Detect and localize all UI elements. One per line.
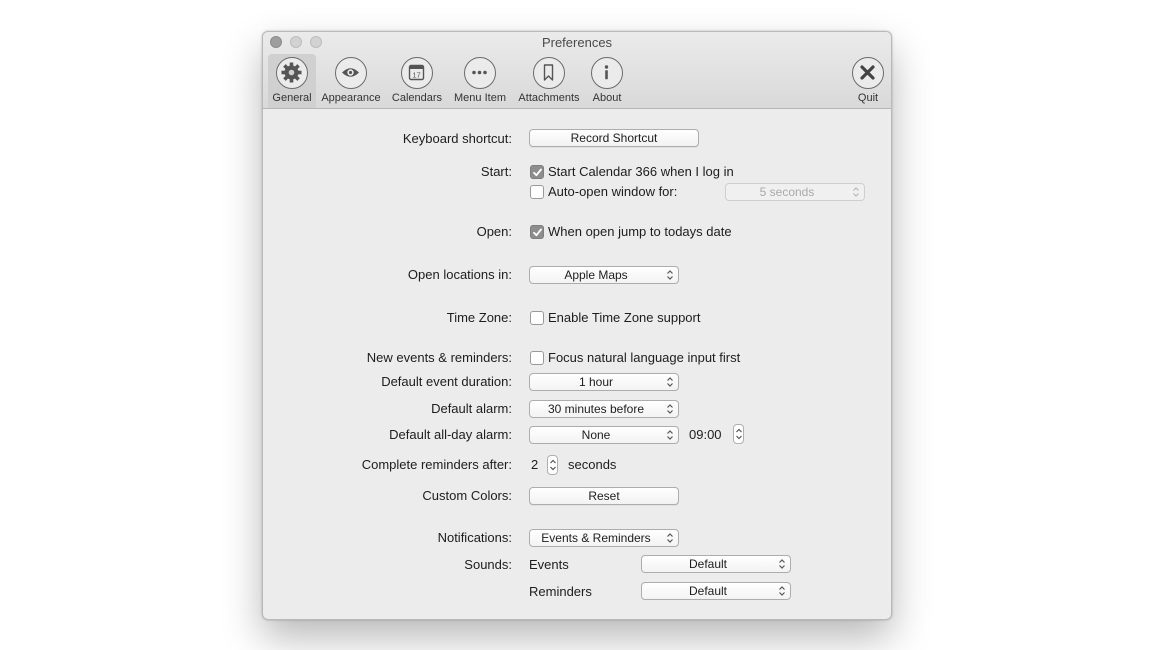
auto-open-duration-select[interactable]: 5 seconds — [725, 183, 865, 201]
ellipsis-icon — [464, 57, 496, 89]
chevron-up-down-icon — [667, 430, 673, 440]
complete-reminders-stepper[interactable] — [547, 455, 558, 475]
sounds-label: Sounds: — [464, 557, 512, 572]
tab-about[interactable]: About — [589, 54, 625, 108]
checkmark-icon — [533, 168, 542, 177]
default-allday-alarm-time[interactable]: 09:00 — [689, 427, 722, 442]
tab-appearance[interactable]: Appearance — [319, 54, 383, 108]
complete-reminders-unit: seconds — [568, 457, 617, 472]
allday-alarm-time-stepper[interactable] — [733, 424, 744, 444]
info-icon — [591, 57, 623, 89]
chevron-up-down-icon — [779, 586, 785, 596]
sound-reminders-select[interactable]: Default — [641, 582, 791, 600]
start-at-login-label: Start Calendar 366 when I log in — [548, 164, 734, 179]
start-at-login-checkbox[interactable] — [530, 165, 544, 179]
default-alarm-value: 30 minutes before — [547, 402, 645, 416]
default-allday-alarm-label: Default all-day alarm: — [389, 427, 512, 442]
open-locations-select[interactable]: Apple Maps — [529, 266, 679, 284]
tab-calendars[interactable]: 17 Calendars — [389, 54, 445, 108]
record-shortcut-button[interactable]: Record Shortcut — [529, 129, 699, 147]
time-zone-support-label: Enable Time Zone support — [548, 310, 701, 325]
time-zone-checkbox[interactable] — [530, 311, 544, 325]
chevron-up-down-icon — [853, 187, 859, 197]
tab-menu-item-label: Menu Item — [454, 92, 506, 104]
stepper-arrows-icon — [736, 428, 742, 440]
eye-icon — [335, 57, 367, 89]
sound-events-value: Default — [688, 557, 728, 571]
auto-open-duration-value: 5 seconds — [759, 185, 815, 199]
default-allday-alarm-select[interactable]: None — [529, 426, 679, 444]
preferences-window: Preferences General Appearance 17 Calend… — [262, 31, 892, 620]
tab-general[interactable]: General — [268, 54, 316, 108]
new-events-label: New events & reminders: — [366, 350, 512, 365]
open-locations-value: Apple Maps — [564, 268, 628, 282]
chevron-up-down-icon — [667, 270, 673, 280]
bookmark-icon — [533, 57, 565, 89]
custom-colors-label: Custom Colors: — [422, 488, 512, 503]
sound-events-label: Events — [529, 557, 569, 572]
notifications-label: Notifications: — [437, 530, 512, 545]
titlebar-toolbar: Preferences General Appearance 17 Calend… — [263, 32, 891, 109]
auto-open-checkbox[interactable] — [530, 185, 544, 199]
checkmark-icon — [533, 228, 542, 237]
tab-calendars-label: Calendars — [391, 92, 443, 104]
quit-label: Quit — [857, 92, 879, 104]
tab-about-label: About — [592, 92, 622, 104]
chevron-up-down-icon — [667, 377, 673, 387]
notifications-value: Events & Reminders — [541, 531, 651, 545]
close-icon — [852, 57, 884, 89]
chevron-up-down-icon — [667, 533, 673, 543]
jump-to-today-checkbox[interactable] — [530, 225, 544, 239]
tab-attachments-label: Attachments — [518, 92, 580, 104]
default-allday-alarm-value: None — [581, 428, 611, 442]
default-alarm-select[interactable]: 30 minutes before — [529, 400, 679, 418]
sound-events-select[interactable]: Default — [641, 555, 791, 573]
default-alarm-label: Default alarm: — [431, 401, 512, 416]
reset-colors-button[interactable]: Reset — [529, 487, 679, 505]
chevron-up-down-icon — [667, 404, 673, 414]
tab-attachments[interactable]: Attachments — [515, 54, 583, 108]
gear-icon — [276, 57, 308, 89]
tab-appearance-label: Appearance — [321, 92, 381, 104]
sound-reminders-label: Reminders — [529, 584, 592, 599]
start-label: Start: — [480, 164, 512, 179]
calendar-icon-day: 17 — [412, 71, 420, 80]
calendar-icon: 17 — [401, 57, 433, 89]
auto-open-label: Auto-open window for: — [548, 184, 678, 199]
focus-nl-input-checkbox[interactable] — [530, 351, 544, 365]
complete-reminders-value[interactable]: 2 — [531, 457, 538, 472]
chevron-up-down-icon — [779, 559, 785, 569]
default-duration-label: Default event duration: — [381, 374, 512, 389]
notifications-select[interactable]: Events & Reminders — [529, 529, 679, 547]
open-locations-label: Open locations in: — [407, 267, 512, 282]
jump-to-today-label: When open jump to todays date — [548, 224, 732, 239]
tab-general-label: General — [272, 92, 312, 104]
time-zone-label: Time Zone: — [446, 310, 512, 325]
window-title: Preferences — [541, 35, 613, 50]
tab-menu-item[interactable]: Menu Item — [451, 54, 509, 108]
stepper-arrows-icon — [550, 459, 556, 471]
focus-nl-input-label: Focus natural language input first — [548, 350, 741, 365]
keyboard-shortcut-label: Keyboard shortcut: — [402, 131, 512, 146]
open-label: Open: — [476, 224, 512, 239]
complete-reminders-label: Complete reminders after: — [361, 457, 512, 472]
quit-button[interactable]: Quit — [849, 54, 887, 108]
sound-reminders-value: Default — [688, 584, 728, 598]
default-duration-select[interactable]: 1 hour — [529, 373, 679, 391]
default-duration-value: 1 hour — [578, 375, 614, 389]
